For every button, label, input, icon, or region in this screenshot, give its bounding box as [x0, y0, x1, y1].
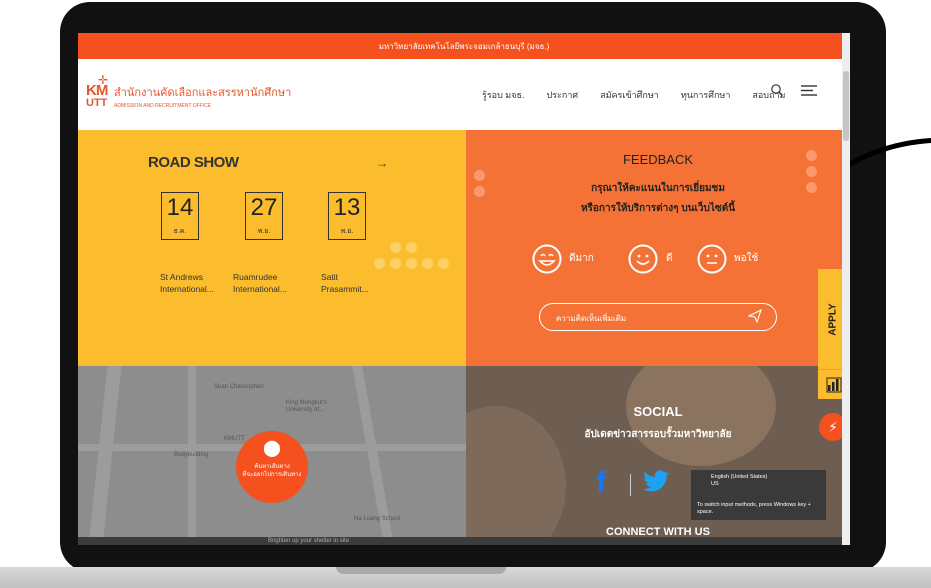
- event-day: 27: [250, 194, 278, 221]
- nav-item-apply[interactable]: สมัครเข้าศึกษา: [600, 88, 659, 102]
- map-label: Na Luang School: [354, 516, 401, 522]
- roadshow-title: ROAD SHOW: [148, 154, 239, 171]
- map-label: King Mongkut's University of...: [286, 400, 327, 413]
- nav-item-announcement[interactable]: ประกาศ: [547, 88, 579, 102]
- nav-item-about[interactable]: รู้รอบ มจธ.: [482, 88, 525, 102]
- event-date-3[interactable]: 13 พ.ย.: [328, 192, 366, 240]
- event-date-1[interactable]: 14 ธ.ค.: [161, 192, 199, 240]
- site-navbar: ✛ KM UTT สำนักงานคัดเลือกและสรรหานักศึกษ…: [78, 59, 850, 130]
- event-month: พ.ย.: [340, 228, 354, 235]
- nav-item-scholarship[interactable]: ทุนการศึกษา: [681, 88, 731, 102]
- map-label: Suan Chaosophon: [214, 384, 264, 390]
- venue-line: St Andrews: [160, 272, 203, 282]
- event-day: 13: [333, 194, 361, 221]
- logo-mark: ✛ KM UTT: [86, 73, 108, 113]
- taskbar-text: Brighten up your shelter in site: [268, 538, 350, 544]
- very-happy-face-icon[interactable]: [532, 244, 562, 274]
- venue-line: International...: [233, 284, 287, 294]
- logo-title-en: ADMISSION AND RECRUITMENT OFFICE: [114, 103, 212, 109]
- rating-label-very-good[interactable]: ดีมาก: [569, 251, 594, 266]
- event-month: ธ.ค.: [173, 228, 187, 235]
- ime-hint: To switch input methods, press Windows k…: [697, 502, 811, 515]
- social-subtitle: อัปเดตข่าวสารรอบรั้วมหาวิทยาลัย: [584, 429, 732, 440]
- laptop-base: [0, 567, 931, 588]
- smile-face-icon[interactable]: [628, 244, 658, 274]
- topbar-text[interactable]: มหาวิทยาลัยเทคโนโลยีพระจอมเกล้าธนบุรี (ม…: [379, 40, 550, 53]
- map-section[interactable]: Suan Chaosophon King Mongkut's Universit…: [78, 366, 466, 545]
- event-venue-1[interactable]: St Andrews International...: [160, 271, 214, 295]
- event-venue-3[interactable]: Satit Prasammit...: [321, 271, 369, 295]
- social-title: SOCIAL: [633, 404, 683, 419]
- send-icon[interactable]: [748, 309, 762, 323]
- rating-label-fair[interactable]: พอใช้: [734, 251, 758, 266]
- feedback-title: FEEDBACK: [622, 152, 694, 167]
- feedback-section: FEEDBACK กรุณาให้คะแนนในการเยี่ยมชม หรือ…: [466, 130, 850, 366]
- divider: [630, 474, 631, 496]
- venue-line: Satit: [321, 272, 339, 282]
- search-icon[interactable]: [770, 83, 784, 97]
- logo-title-th: สำนักงานคัดเลือกและสรรหานักศึกษา: [114, 87, 292, 99]
- facebook-icon[interactable]: f: [596, 466, 606, 500]
- event-venue-2[interactable]: Ruamrudee International...: [233, 271, 287, 295]
- input-method-popup[interactable]: English (United States) US To switch inp…: [691, 470, 826, 520]
- event-date-2[interactable]: 27 พ.ย.: [245, 192, 283, 240]
- venue-line: International...: [160, 284, 214, 294]
- directions-button[interactable]: ⬤ ค้นหาเส้นทาง ที่จะออกไปการเดินทาง: [236, 431, 308, 503]
- feedback-line-2: หรือการให้บริการต่างๆ บนเว็บไซต์นี้: [580, 203, 736, 214]
- directions-text-2: ที่จะออกไปการเดินทาง: [242, 472, 302, 478]
- vertical-scrollbar[interactable]: [842, 33, 850, 545]
- arrow-right-icon[interactable]: →: [376, 156, 388, 170]
- feedback-line-1: กรุณาให้คะแนนในการเยี่ยมชม: [591, 183, 725, 194]
- ime-code: US: [711, 481, 719, 487]
- site-logo[interactable]: ✛ KM UTT สำนักงานคัดเลือกและสรรหานักศึกษ…: [86, 73, 292, 113]
- laptop-notch: [336, 567, 506, 574]
- hamburger-icon[interactable]: [800, 83, 818, 97]
- comment-placeholder: ความคิดเห็นเพิ่มเติม: [556, 314, 627, 323]
- rating-label-good[interactable]: ดี: [666, 251, 673, 266]
- venue-line: Prasammit...: [321, 284, 369, 294]
- ime-lang: English (United States): [711, 474, 768, 480]
- apply-label: APPLY: [828, 302, 840, 336]
- twitter-icon[interactable]: [644, 470, 670, 492]
- location-pin-icon: ⬤: [263, 440, 281, 457]
- roadshow-section: ROAD SHOW → 14 ธ.ค. 27 พ.ย. 13 พ.ย. St A…: [78, 130, 466, 366]
- map-label: Bodybuilding: [174, 452, 209, 458]
- venue-line: Ruamrudee: [233, 272, 278, 282]
- scrollbar-thumb[interactable]: [843, 71, 849, 141]
- event-month: พ.ย.: [257, 228, 271, 235]
- logo-utt: UTT: [86, 97, 108, 109]
- neutral-face-icon[interactable]: [697, 244, 727, 274]
- directions-text-1: ค้นหาเส้นทาง: [254, 464, 290, 470]
- os-taskbar: Brighten up your shelter in site: [78, 537, 850, 545]
- event-day: 14: [166, 194, 194, 221]
- main-menu: รู้รอบ มจธ. ประกาศ สมัครเข้าศึกษา ทุนการ…: [482, 88, 807, 102]
- comment-input[interactable]: ความคิดเห็นเพิ่มเติม: [539, 303, 777, 331]
- browser-screen: มหาวิทยาลัยเทคโนโลยีพระจอมเกล้าธนบุรี (ม…: [78, 33, 850, 545]
- social-section: SOCIAL อัปเดตข่าวสารรอบรั้วมหาวิทยาลัย f…: [466, 366, 850, 545]
- university-topbar[interactable]: มหาวิทยาลัยเทคโนโลยีพระจอมเกล้าธนบุรี (ม…: [78, 33, 850, 59]
